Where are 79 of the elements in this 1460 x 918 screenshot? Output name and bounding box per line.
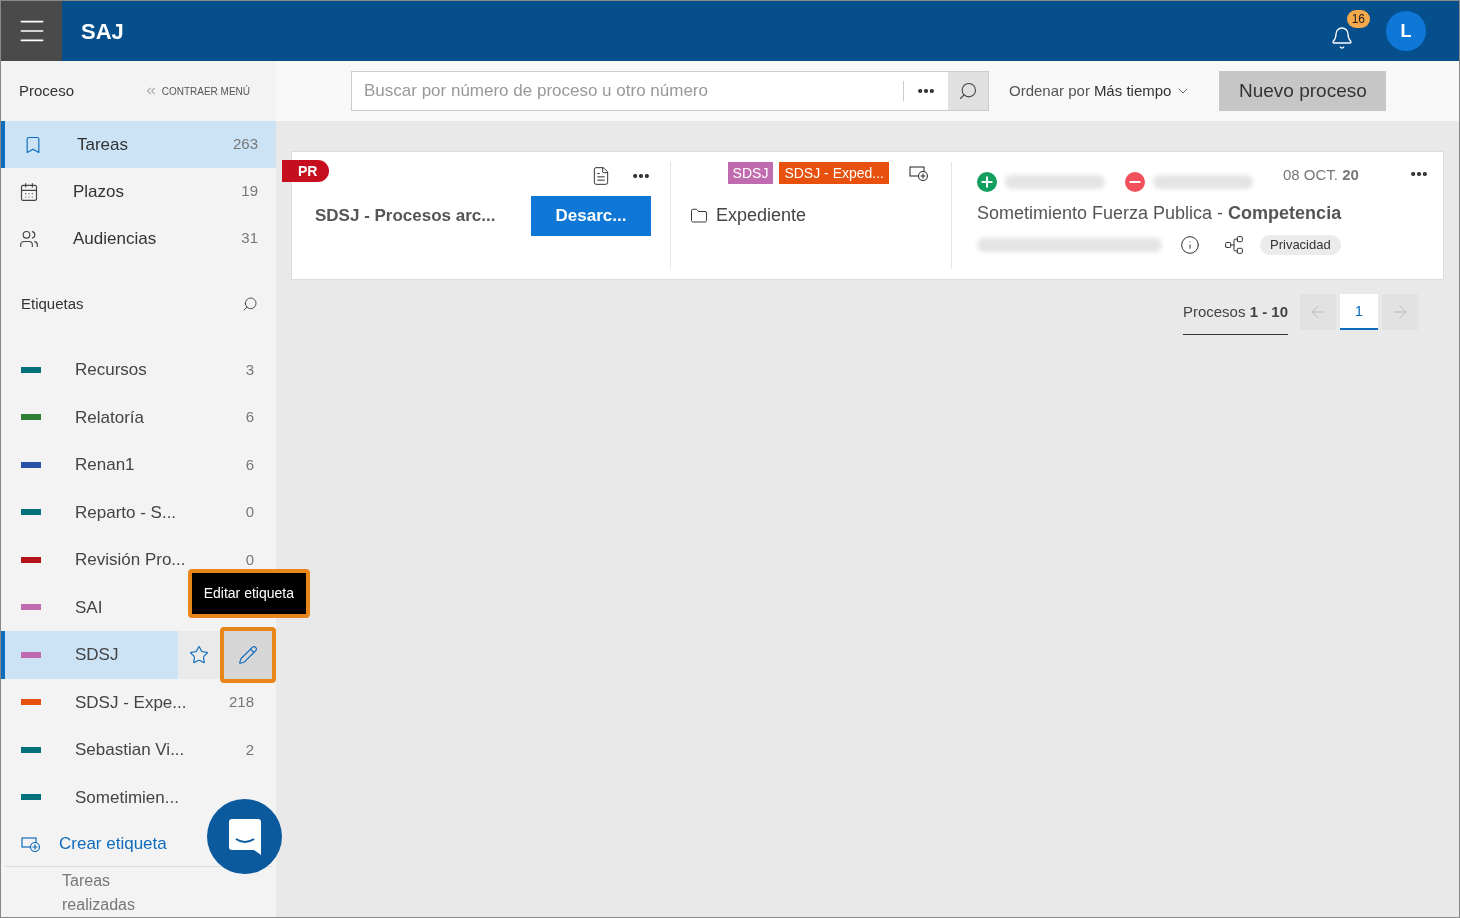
app-logo: SAJ: [81, 17, 124, 46]
tag-label: SDSJ: [75, 644, 119, 666]
pagination-label: Procesos 1 - 10: [1182, 298, 1288, 335]
folder-label[interactable]: Expediente: [716, 202, 807, 229]
page-button[interactable]: 1: [1340, 294, 1378, 331]
tag-item[interactable]: Sebastian Vi... 2: [1, 726, 276, 774]
nav-item[interactable]: Tareas 263: [1, 121, 276, 168]
network-icon[interactable]: [1224, 235, 1244, 255]
star-icon: [189, 644, 209, 665]
nav-item[interactable]: Plazos 19: [1, 168, 276, 215]
unarchive-button[interactable]: Desarc...: [531, 196, 651, 236]
tag-count: 218: [228, 692, 254, 712]
tag-label: Revisión Pro...: [75, 549, 187, 571]
search-icon[interactable]: [242, 296, 258, 312]
nav-count: 19: [241, 181, 258, 202]
tag-item[interactable]: Sometimien...: [1, 773, 201, 821]
tag-count: 0: [245, 549, 254, 570]
add-tag-icon: [21, 835, 41, 852]
pencil-icon: [238, 644, 258, 665]
minus-icon: [1125, 172, 1145, 192]
info-icon[interactable]: [1180, 235, 1200, 255]
bell-icon: [1330, 26, 1354, 50]
tag-chip: SDSJ - Exped...: [779, 162, 889, 184]
sort-dropdown[interactable]: Ordenar por Más tiempo: [1009, 79, 1192, 103]
chat-icon: [226, 816, 263, 857]
tag-label: SAI: [75, 596, 104, 619]
date-label: 08 OCT. 20: [1283, 165, 1359, 185]
new-process-button[interactable]: Nuevo proceso: [1219, 71, 1387, 111]
star-button[interactable]: [178, 631, 220, 679]
tag-count: 2: [245, 739, 254, 760]
menu-button[interactable]: [1, 1, 62, 61]
tag-count: 6: [245, 454, 254, 475]
tag-chip: SDSJ: [727, 162, 774, 184]
tag-label: SDSJ - Expe...: [75, 691, 188, 714]
nav-label: Plazos: [73, 180, 126, 203]
tag-count: 0: [245, 502, 254, 522]
people-icon: [19, 228, 39, 249]
tag-item[interactable]: SDSJ - Expe... 218: [1, 678, 276, 726]
plus-icon: [977, 172, 997, 192]
folder-icon: [690, 206, 708, 225]
completed-tasks-link[interactable]: Tareas realizadas: [62, 869, 152, 917]
nav-count: 263: [232, 134, 258, 155]
search-icon: [958, 81, 978, 101]
tag-item[interactable]: Renan1 6: [1, 441, 276, 489]
priority-badge: PR: [282, 160, 330, 182]
tag-label: Relatoría: [75, 406, 145, 429]
nav-label: Tareas: [77, 133, 130, 156]
calendar-icon: [19, 181, 39, 202]
document-info-icon[interactable]: [591, 166, 611, 186]
privacy-chip: Privacidad: [1260, 235, 1341, 255]
tag-label: Reparto - S...: [75, 501, 178, 524]
tag-label: Renan1: [75, 454, 136, 476]
tag-count: 6: [245, 407, 254, 427]
sidebar-title: Proceso: [19, 80, 76, 101]
search-field[interactable]: Buscar por número de proceso u otro número: [351, 71, 989, 111]
avatar[interactable]: L: [1386, 11, 1426, 51]
process-subject: Sometimiento Fuerza Publica - Competencia: [977, 202, 1343, 225]
tag-item[interactable]: Recursos 3: [1, 346, 276, 394]
nav-item[interactable]: Audiencias 31: [1, 215, 276, 262]
tag-item[interactable]: Reparto - S... 0: [1, 488, 276, 536]
sort-value: Más tiempo: [1093, 80, 1172, 101]
search-button[interactable]: [948, 72, 988, 110]
process-title: SDSJ - Procesos arc...: [315, 205, 497, 228]
tag-label: Sebastian Vi...: [75, 739, 186, 761]
search-input[interactable]: Buscar por número de proceso u otro número: [352, 72, 903, 110]
nav-count: 31: [241, 228, 258, 249]
tag-item[interactable]: Relatoría 6: [1, 393, 276, 441]
add-tag-icon[interactable]: [909, 165, 929, 181]
tooltip: Editar etiqueta: [187, 569, 310, 618]
notification-badge: 16: [1346, 10, 1370, 28]
create-tag-link[interactable]: Crear etiqueta: [21, 830, 167, 857]
tag-count: 3: [245, 359, 254, 380]
tags-heading: Etiquetas: [21, 293, 85, 314]
collapse-menu-link[interactable]: CONTRAER MENÚ: [143, 83, 250, 99]
nav-label: Audiencias: [73, 227, 158, 250]
notifications-button[interactable]: 16: [1328, 10, 1374, 52]
tag-label: Recursos: [75, 359, 148, 381]
sort-label: Ordenar por: [1009, 80, 1090, 101]
tag-label: Sometimien...: [75, 786, 179, 809]
